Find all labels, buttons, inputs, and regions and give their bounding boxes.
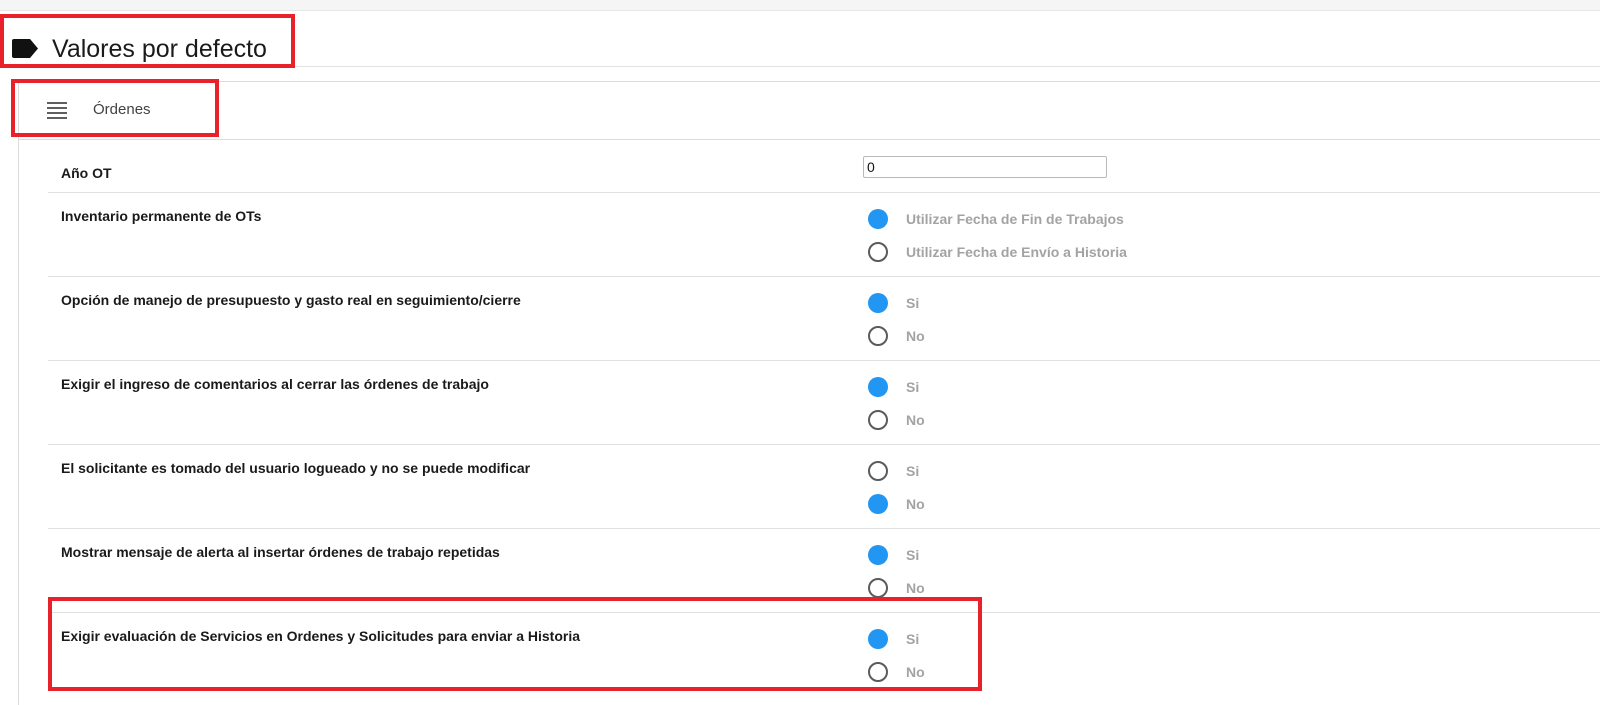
field-label: Opción de manejo de presupuesto y gasto … (61, 292, 521, 308)
row-alerta: Mostrar mensaje de alerta al insertar ór… (48, 529, 1600, 613)
list-icon (47, 102, 67, 119)
radio-label: No (906, 580, 925, 596)
radio-no[interactable] (868, 494, 888, 514)
row-solicitante: El solicitante es tomado del usuario log… (48, 445, 1600, 529)
radio-label: Si (906, 379, 920, 395)
radio-label: No (906, 412, 925, 428)
field-label: Año OT (61, 165, 112, 181)
radio-si[interactable] (868, 545, 888, 565)
tab-ordenes-label: Órdenes (93, 101, 151, 118)
radio-label: Si (906, 547, 920, 563)
row-inventario: Inventario permanente de OTs Utilizar Fe… (48, 193, 1600, 277)
radio-si[interactable] (868, 293, 888, 313)
ano-ot-input[interactable] (863, 156, 1107, 178)
radio-no[interactable] (868, 662, 888, 682)
radio-si[interactable] (868, 377, 888, 397)
radio-si[interactable] (868, 629, 888, 649)
radio-label: No (906, 328, 925, 344)
radio-label: Si (906, 295, 920, 311)
radio-label: Utilizar Fecha de Envío a Historia (906, 244, 1127, 260)
field-label: Exigir evaluación de Servicios en Ordene… (61, 628, 580, 644)
row-presupuesto: Opción de manejo de presupuesto y gasto … (48, 277, 1600, 361)
row-evaluacion: Exigir evaluación de Servicios en Ordene… (48, 613, 1600, 703)
tab-ordenes[interactable] (18, 81, 1600, 140)
radio-fecha-envio-historia[interactable] (868, 242, 888, 262)
page-header: Valores por defecto (0, 11, 1600, 67)
field-label: El solicitante es tomado del usuario log… (61, 460, 531, 476)
radio-label: No (906, 664, 925, 680)
radio-label: No (906, 496, 925, 512)
top-strip (0, 0, 1600, 11)
field-label: Exigir el ingreso de comentarios al cerr… (61, 376, 489, 392)
radio-no[interactable] (868, 410, 888, 430)
radio-label: Si (906, 463, 920, 479)
radio-label: Utilizar Fecha de Fin de Trabajos (906, 211, 1124, 227)
radio-label: Si (906, 631, 920, 647)
radio-si[interactable] (868, 461, 888, 481)
label-tag-icon (12, 39, 38, 58)
row-comentarios: Exigir el ingreso de comentarios al cerr… (48, 361, 1600, 445)
radio-no[interactable] (868, 578, 888, 598)
row-ano-ot: Año OT (48, 140, 1600, 193)
field-label: Inventario permanente de OTs (61, 208, 262, 224)
radio-fecha-fin-trabajos[interactable] (868, 209, 888, 229)
field-label: Mostrar mensaje de alerta al insertar ór… (61, 544, 500, 560)
radio-no[interactable] (868, 326, 888, 346)
page-title: Valores por defecto (52, 35, 267, 63)
